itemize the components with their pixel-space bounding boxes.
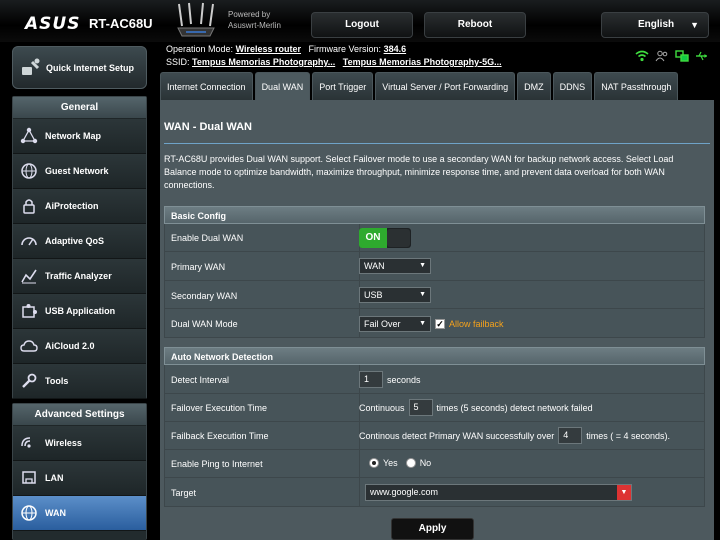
puzzle-icon	[18, 300, 40, 322]
quick-internet-setup-button[interactable]: Quick Internet Setup	[12, 46, 147, 89]
wrench-icon	[18, 370, 40, 392]
ping-target-row: Target www.google.com ▼	[164, 478, 705, 507]
secondary-wan-select[interactable]: USB ▼	[359, 287, 431, 303]
allow-failback-label: Allow failback	[449, 319, 504, 329]
primary-wan-select[interactable]: WAN ▼	[359, 258, 431, 274]
ping-yes-radio[interactable]	[369, 458, 379, 468]
apply-button[interactable]: Apply	[391, 518, 474, 540]
allow-failback-checkbox[interactable]: ✓	[435, 319, 445, 329]
chart-icon	[18, 265, 40, 287]
sidebar-item-tools[interactable]: Tools	[13, 364, 146, 399]
network-status-icon[interactable]	[674, 48, 690, 64]
powered-by: Powered by Asuswrt-Merlin	[228, 10, 281, 30]
sidebar-item-lan[interactable]: LAN	[13, 461, 146, 496]
chevron-down-icon: ▼	[419, 320, 426, 327]
ping-target-input[interactable]: www.google.com ▼	[365, 484, 632, 501]
secondary-wan-row: Secondary WAN USB ▼	[164, 281, 705, 309]
failover-count-input[interactable]: 5	[408, 399, 433, 416]
general-menu: General Network Map Guest Network AiProt…	[12, 96, 147, 399]
tab-nat-passthrough[interactable]: NAT Passthrough	[594, 72, 679, 100]
wan-tabs: Internet Connection Dual WAN Port Trigge…	[160, 72, 679, 100]
page-title: WAN - Dual WAN	[164, 121, 252, 133]
failover-time-row: Failover Execution Time Continuous 5 tim…	[164, 394, 705, 422]
sidebar-item-aicloud[interactable]: AiCloud 2.0	[13, 329, 146, 364]
firmware-version-link[interactable]: 384.6	[384, 44, 407, 54]
globe-icon	[18, 502, 40, 524]
title-divider	[164, 143, 710, 144]
primary-wan-row: Primary WAN WAN ▼	[164, 252, 705, 281]
sidebar-item-network-map[interactable]: Network Map	[13, 119, 146, 154]
speedometer-icon	[18, 230, 40, 252]
setup-wizard-icon	[22, 58, 40, 75]
sidebar-item-traffic-analyzer[interactable]: Traffic Analyzer	[13, 259, 146, 294]
network-map-icon	[18, 125, 40, 147]
operation-mode-link[interactable]: Wireless router	[236, 44, 301, 54]
enable-dual-wan-row: Enable Dual WAN ON	[164, 224, 705, 252]
tab-internet-connection[interactable]: Internet Connection	[160, 72, 253, 100]
chevron-down-icon: ▼	[690, 20, 699, 30]
ssid-5g-link[interactable]: Tempus Memorias Photography-5G...	[343, 57, 502, 67]
sidebar-item-adaptive-qos[interactable]: Adaptive QoS	[13, 224, 146, 259]
ssid-2g-link[interactable]: Tempus Memorias Photography...	[192, 57, 335, 67]
language-select[interactable]: English ▼	[601, 12, 709, 38]
wifi-status-icon[interactable]	[634, 48, 650, 64]
dropdown-arrow-icon[interactable]: ▼	[617, 485, 631, 500]
tab-dmz[interactable]: DMZ	[517, 72, 551, 100]
quick-setup-label: Quick Internet Setup	[46, 62, 135, 73]
dual-wan-mode-select[interactable]: Fail Over ▼	[359, 316, 431, 332]
tab-port-trigger[interactable]: Port Trigger	[312, 72, 374, 100]
sidebar-item-wireless[interactable]: Wireless	[13, 426, 146, 461]
chevron-down-icon: ▼	[419, 291, 426, 298]
tab-ddns[interactable]: DDNS	[552, 72, 593, 100]
chevron-down-icon: ▼	[419, 262, 426, 269]
clients-icon[interactable]	[654, 48, 670, 64]
dual-wan-mode-row: Dual WAN Mode Fail Over ▼ ✓ Allow failba…	[164, 309, 705, 338]
auto-detection-header: Auto Network Detection	[164, 347, 705, 365]
language-label: English	[638, 19, 675, 30]
advanced-title: Advanced Settings	[13, 404, 146, 426]
basic-config-header: Basic Config	[164, 206, 705, 224]
sidebar-item-aiprotection[interactable]: AiProtection	[13, 189, 146, 224]
lock-icon	[18, 195, 40, 217]
status-icons	[634, 48, 710, 64]
sidebar-item-usb-application[interactable]: USB Application	[13, 294, 146, 329]
router-model: RT-AC68U	[89, 16, 153, 31]
sidebar-item-wan[interactable]: WAN	[13, 496, 146, 531]
usb-icon[interactable]	[694, 48, 710, 64]
advanced-menu: Advanced Settings Wireless LAN WAN	[12, 403, 147, 540]
sidebar: Quick Internet Setup General Network Map…	[0, 42, 160, 540]
enable-ping-row: Enable Ping to Internet Yes No	[164, 450, 705, 478]
guest-network-icon	[18, 160, 40, 182]
main-panel: WAN - Dual WAN RT-AC68U provides Dual WA…	[160, 100, 714, 540]
reboot-button[interactable]: Reboot	[424, 12, 526, 38]
router-icon	[177, 2, 215, 37]
detect-interval-input[interactable]: 1	[359, 371, 383, 388]
page-description: RT-AC68U provides Dual WAN support. Sele…	[164, 154, 674, 190]
detect-interval-row: Detect Interval 1 seconds	[164, 365, 705, 394]
top-header: ASUS RT-AC68U Powered by Asuswrt-Merlin …	[0, 0, 720, 42]
general-title: General	[13, 97, 146, 119]
sidebar-item-guest-network[interactable]: Guest Network	[13, 154, 146, 189]
status-bar: Operation Mode: Wireless router Firmware…	[160, 42, 720, 70]
tab-dual-wan[interactable]: Dual WAN	[254, 72, 311, 100]
cloud-icon	[18, 335, 40, 357]
asus-logo: ASUS	[25, 14, 81, 34]
ping-no-radio[interactable]	[405, 458, 416, 468]
logout-button[interactable]: Logout	[311, 12, 413, 38]
lan-icon	[18, 467, 40, 489]
tab-virtual-server[interactable]: Virtual Server / Port Forwarding	[375, 72, 516, 100]
failback-count-input[interactable]: 4	[558, 427, 583, 444]
enable-dual-wan-toggle[interactable]: ON	[359, 228, 411, 248]
failback-time-row: Failback Execution Time Continous detect…	[164, 422, 705, 450]
wifi-icon	[18, 432, 40, 454]
